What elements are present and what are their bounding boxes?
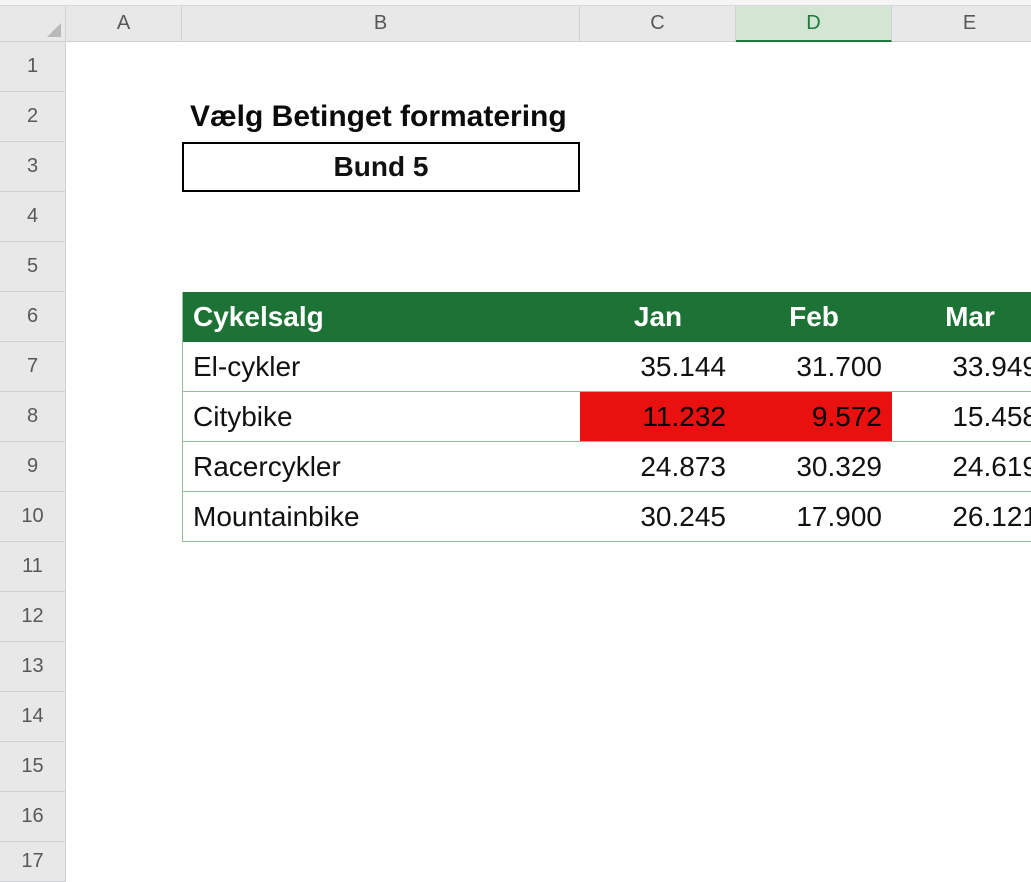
row-header-2[interactable]: 2 [0, 92, 66, 142]
row-header-7[interactable]: 7 [0, 342, 66, 392]
row-header-5[interactable]: 5 [0, 242, 66, 292]
column-header-c[interactable]: C [580, 6, 736, 42]
column-header-e[interactable]: E [892, 6, 1031, 42]
table-cell-value[interactable]: 30.245 [580, 492, 736, 542]
row-header-11[interactable]: 11 [0, 542, 66, 592]
table-row-name[interactable]: Mountainbike [182, 492, 580, 542]
table-header-month-jan[interactable]: Jan [580, 292, 736, 342]
row-header-17[interactable]: 17 [0, 842, 66, 882]
table-cell-value[interactable]: 9.572 [736, 392, 892, 442]
table-row-name[interactable]: Citybike [182, 392, 580, 442]
select-all-corner[interactable] [0, 6, 66, 42]
formatting-select[interactable]: Bund 5 [182, 142, 580, 192]
table-cell-value[interactable]: 35.144 [580, 342, 736, 392]
table-header-name[interactable]: Cykelsalg [182, 292, 580, 342]
table-cell-value[interactable]: 17.900 [736, 492, 892, 542]
column-header-b[interactable]: B [182, 6, 580, 42]
table-cell-value[interactable]: 11.232 [580, 392, 736, 442]
row-header-15[interactable]: 15 [0, 742, 66, 792]
table-cell-value[interactable]: 24.619 [892, 442, 1031, 492]
table-cell-value[interactable]: 15.458 [892, 392, 1031, 442]
table-header-month-feb[interactable]: Feb [736, 292, 892, 342]
row-header-6[interactable]: 6 [0, 292, 66, 342]
row-header-12[interactable]: 12 [0, 592, 66, 642]
row-header-10[interactable]: 10 [0, 492, 66, 542]
cells-area[interactable]: Vælg Betinget formateringBund 5 Cykelsalg… [66, 42, 1031, 871]
row-header-13[interactable]: 13 [0, 642, 66, 692]
column-header-d[interactable]: D [736, 6, 892, 42]
row-header-3[interactable]: 3 [0, 142, 66, 192]
table-cell-value[interactable]: 33.949 [892, 342, 1031, 392]
table-row-name[interactable]: Racercykler [182, 442, 580, 492]
row-header-4[interactable]: 4 [0, 192, 66, 242]
column-header-a[interactable]: A [66, 6, 182, 42]
row-header-8[interactable]: 8 [0, 392, 66, 442]
row-header-1[interactable]: 1 [0, 42, 66, 92]
table-row-name[interactable]: El-cykler [182, 342, 580, 392]
row-header-9[interactable]: 9 [0, 442, 66, 492]
row-header-16[interactable]: 16 [0, 792, 66, 842]
table-header-month-mar[interactable]: Mar [892, 292, 1031, 342]
table-cell-value[interactable]: 30.329 [736, 442, 892, 492]
table-cell-value[interactable]: 24.873 [580, 442, 736, 492]
spreadsheet-grid[interactable]: ABCDE 1234567891011121314151617 Vælg Bet… [0, 0, 1031, 871]
table-cell-value[interactable]: 31.700 [736, 342, 892, 392]
row-header-14[interactable]: 14 [0, 692, 66, 742]
table-cell-value[interactable]: 26.121 [892, 492, 1031, 542]
page-title: Vælg Betinget formatering [182, 92, 580, 142]
